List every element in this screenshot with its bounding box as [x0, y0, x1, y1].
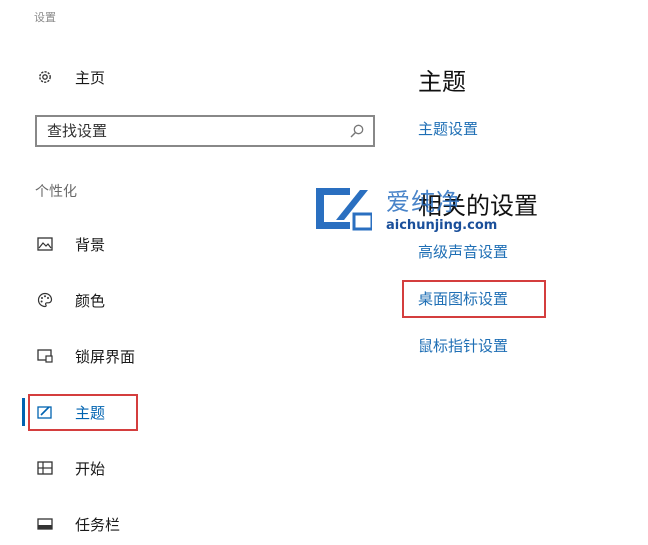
image-icon: [37, 236, 53, 252]
page-title: 主题: [418, 68, 466, 96]
search-icon[interactable]: [349, 123, 365, 139]
sidebar-item-colors[interactable]: 颜色: [28, 285, 208, 315]
nav-home-label: 主页: [75, 68, 106, 87]
palette-icon: [37, 292, 53, 308]
highlight-box-desktop-icons: [402, 280, 546, 318]
watermark-logo-icon: [316, 188, 372, 231]
lockscreen-icon: [37, 348, 53, 364]
app-title: 设置: [34, 11, 56, 24]
start-icon: [37, 460, 53, 476]
nav-home[interactable]: 主页: [28, 62, 208, 92]
sidebar-item-taskbar[interactable]: 任务栏: [28, 509, 208, 539]
active-indicator: [22, 398, 25, 426]
sidebar-item-background[interactable]: 背景: [28, 229, 208, 259]
sidebar-item-label: 背景: [75, 235, 106, 254]
search-input[interactable]: [47, 121, 337, 141]
highlight-box-themes: [28, 394, 138, 431]
watermark-url: aichunjing.com: [386, 218, 498, 233]
sidebar-item-start[interactable]: 开始: [28, 453, 208, 483]
search-box[interactable]: [35, 115, 375, 147]
watermark: 爱纯净 aichunjing.com: [306, 180, 506, 240]
section-header: 个性化: [35, 184, 77, 200]
link-advanced-sound[interactable]: 高级声音设置: [418, 241, 508, 262]
taskbar-icon: [37, 516, 53, 532]
sidebar-item-label: 颜色: [75, 291, 106, 310]
sidebar-item-label: 开始: [75, 459, 106, 478]
watermark-text: 爱纯净: [386, 188, 461, 216]
gear-icon: [37, 69, 53, 85]
sidebar-item-label: 任务栏: [75, 515, 121, 534]
sidebar-item-lockscreen[interactable]: 锁屏界面: [28, 341, 208, 371]
sidebar-item-label: 锁屏界面: [75, 347, 136, 366]
link-mouse-pointer[interactable]: 鼠标指针设置: [418, 335, 508, 356]
theme-settings-link[interactable]: 主题设置: [418, 118, 478, 139]
